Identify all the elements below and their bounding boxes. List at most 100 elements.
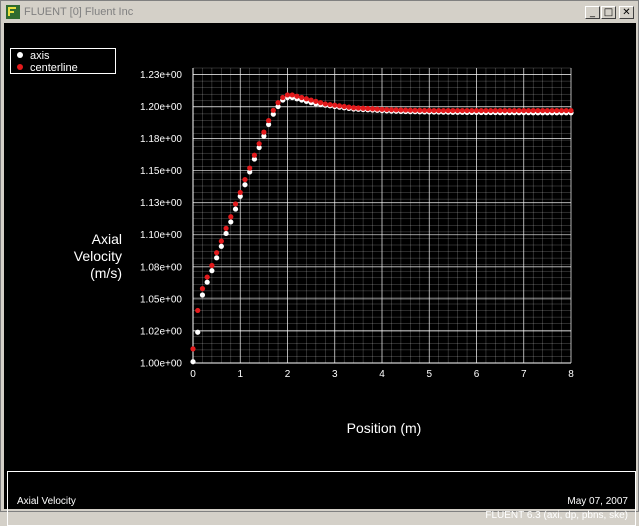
data-point-centerline xyxy=(232,201,239,207)
data-point-centerline xyxy=(223,225,229,231)
data-point-centerline xyxy=(261,129,267,135)
data-point-centerline xyxy=(289,92,295,98)
data-point-centerline xyxy=(393,107,399,113)
data-point-centerline xyxy=(540,107,546,114)
data-point-centerline xyxy=(558,107,565,114)
data-point-centerline xyxy=(303,96,309,102)
data-point-centerline xyxy=(488,107,494,114)
data-point-centerline xyxy=(280,94,286,101)
data-point-centerline xyxy=(436,107,442,114)
data-point-centerline xyxy=(445,107,451,114)
y-tick-label: 1.00e+00 xyxy=(140,359,182,370)
data-point-centerline xyxy=(506,107,513,114)
data-point-centerline xyxy=(379,106,385,112)
close-button[interactable]: ✕ xyxy=(619,6,634,19)
data-point-centerline xyxy=(450,107,456,114)
data-point-centerline xyxy=(426,107,432,114)
x-tick-label: 2 xyxy=(285,369,291,380)
data-point-centerline xyxy=(256,141,262,147)
graphics-canvas[interactable]: axis centerline Axial Velocity (m/s) 012… xyxy=(4,23,636,526)
data-point-centerline xyxy=(384,106,390,113)
footer-quantity: Axial Velocity xyxy=(17,496,76,507)
data-point-axis xyxy=(242,182,248,188)
data-point-axis xyxy=(204,279,210,285)
data-point-centerline xyxy=(431,107,437,114)
data-point-centerline xyxy=(209,262,215,269)
data-point-centerline xyxy=(369,106,376,112)
x-tick-label: 4 xyxy=(379,369,385,380)
data-point-axis xyxy=(214,255,220,261)
y-tick-label: 1.08e+00 xyxy=(140,262,182,273)
fluent-window: FLUENT [0] Fluent Inc _ □ ✕ axis centerl… xyxy=(0,0,639,526)
data-point-centerline xyxy=(204,274,210,280)
footer-date: May 07, 2007 xyxy=(567,496,628,507)
data-point-centerline xyxy=(554,107,560,114)
data-point-centerline xyxy=(464,107,470,114)
y-tick-label: 1.20e+00 xyxy=(140,102,182,113)
data-point-centerline xyxy=(308,97,314,103)
data-point-centerline xyxy=(214,250,220,256)
data-point-centerline xyxy=(388,107,395,113)
y-tick-label: 1.02e+00 xyxy=(140,326,182,337)
data-point-axis xyxy=(199,292,206,298)
data-point-centerline xyxy=(478,107,484,114)
data-point-centerline xyxy=(327,101,333,108)
data-point-centerline xyxy=(313,98,319,104)
data-point-centerline xyxy=(421,107,428,114)
data-point-centerline xyxy=(483,107,489,114)
x-tick-label: 6 xyxy=(474,369,480,380)
title-bar[interactable]: FLUENT [0] Fluent Inc _ □ ✕ xyxy=(3,3,636,22)
data-point-centerline xyxy=(521,107,527,114)
data-point-centerline xyxy=(535,107,541,114)
data-point-centerline xyxy=(469,107,475,114)
data-point-centerline xyxy=(218,238,224,244)
data-point-axis xyxy=(209,268,215,274)
x-tick-label: 1 xyxy=(237,369,243,380)
data-point-centerline xyxy=(294,93,300,99)
data-point-centerline xyxy=(360,105,366,111)
data-point-centerline xyxy=(568,107,574,114)
data-point-centerline xyxy=(497,107,503,114)
data-point-centerline xyxy=(530,107,536,114)
minimize-button[interactable]: _ xyxy=(585,6,600,19)
data-point-centerline xyxy=(544,107,550,114)
y-tick-label: 1.10e+00 xyxy=(140,230,182,241)
y-tick-label: 1.13e+00 xyxy=(140,198,182,209)
data-point-centerline xyxy=(365,105,371,112)
y-tick-label: 1.18e+00 xyxy=(140,134,182,145)
data-point-centerline xyxy=(563,107,569,114)
data-point-axis xyxy=(223,230,229,237)
data-point-axis xyxy=(228,219,234,225)
x-tick-label: 5 xyxy=(426,369,432,380)
data-point-centerline xyxy=(374,106,380,112)
data-point-axis xyxy=(195,329,201,335)
x-tick-label: 0 xyxy=(190,369,196,380)
maximize-button[interactable]: □ xyxy=(601,6,616,19)
data-point-centerline xyxy=(332,102,338,108)
data-point-centerline xyxy=(190,346,196,352)
data-point-centerline xyxy=(242,176,248,183)
window-title: FLUENT [0] Fluent Inc xyxy=(24,6,134,18)
data-point-centerline xyxy=(549,107,555,114)
xy-plot: 0 1 2 3 4 5 6 7 8 1.00e+00 1.02e+00 1.05e+00 1.08e+0… xyxy=(140,67,574,380)
data-point-centerline xyxy=(516,107,522,114)
y-tick-label: 1.23e+00 xyxy=(140,70,182,81)
data-point-centerline xyxy=(525,107,532,114)
data-point-centerline xyxy=(459,107,465,114)
x-tick-label: 7 xyxy=(521,369,527,380)
data-point-centerline xyxy=(417,107,423,113)
y-tick-label: 1.05e+00 xyxy=(140,294,182,305)
data-point-axis xyxy=(218,243,224,249)
data-point-centerline xyxy=(473,107,480,114)
data-point-centerline xyxy=(492,107,498,114)
data-point-centerline xyxy=(266,117,272,124)
data-point-centerline xyxy=(247,165,253,171)
data-point-centerline xyxy=(407,107,413,113)
data-point-centerline xyxy=(502,107,508,114)
data-point-centerline xyxy=(228,214,234,220)
x-tick-label: 3 xyxy=(332,369,338,380)
data-point-centerline xyxy=(440,107,447,114)
data-point-centerline xyxy=(237,189,243,196)
data-point-centerline xyxy=(455,107,461,114)
data-point-centerline xyxy=(412,107,418,113)
